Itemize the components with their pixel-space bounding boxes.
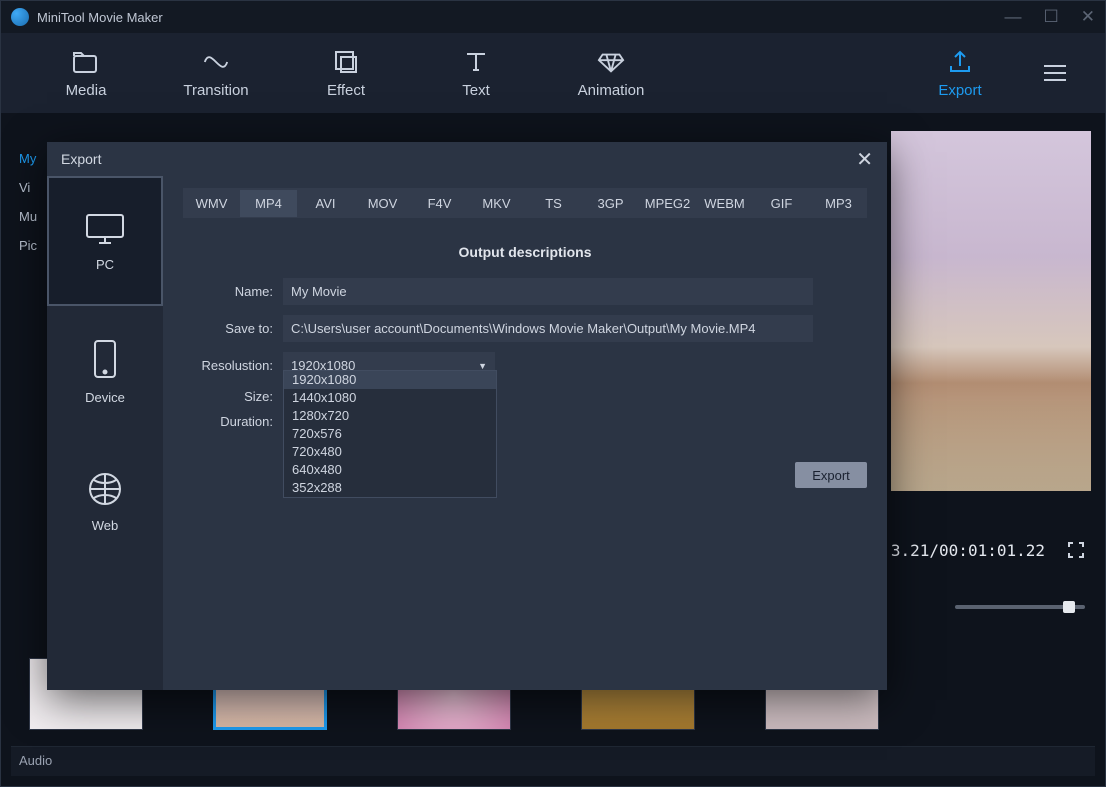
sidebar-item-label: Web [92,518,119,533]
tab-media[interactable]: Media [21,48,151,99]
tab-effect[interactable]: Effect [281,48,411,99]
export-icon [946,48,974,76]
saveto-input[interactable] [283,315,813,342]
export-dialog-titlebar: Export ✕ [47,142,887,176]
format-f4v[interactable]: F4V [411,190,468,217]
app-title: MiniTool Movie Maker [37,10,163,25]
timecode: 3.21/00:01:01.22 [891,541,1045,560]
export-dialog: Export ✕ PC Device Web WMV MP4 AVI MOV [47,142,887,690]
zoom-slider[interactable] [955,605,1085,609]
format-ts[interactable]: TS [525,190,582,217]
export-settings: WMV MP4 AVI MOV F4V MKV TS 3GP MPEG2 WEB… [163,176,887,690]
export-target-sidebar: PC Device Web [47,176,163,690]
effect-icon [332,48,360,76]
close-window-icon[interactable]: ✕ [1081,7,1095,27]
app-logo [11,8,29,26]
format-mpeg2[interactable]: MPEG2 [639,190,696,217]
sidebar-item-device[interactable]: Device [47,306,163,436]
format-mov[interactable]: MOV [354,190,411,217]
preview-frame [891,131,1091,491]
tab-text-label: Text [462,82,490,99]
format-wmv[interactable]: WMV [183,190,240,217]
resolution-label: Resolustion: [183,358,273,373]
library-tabs-partial: My Vi Mu Pic [19,151,37,253]
menu-button[interactable] [1025,63,1085,83]
resolution-option[interactable]: 720x576 [284,425,496,443]
sidebar-item-label: Device [85,390,125,405]
name-label: Name: [183,284,273,299]
sidebar-item-pc[interactable]: PC [47,176,163,306]
audio-track-label[interactable]: Audio [11,746,1095,776]
size-label: Size: [183,389,273,404]
main-toolbar: Media Transition Effect Text Animation E… [1,33,1105,113]
preview-panel [891,131,1091,491]
fullscreen-icon[interactable] [1067,541,1085,562]
tab-effect-label: Effect [327,82,365,99]
format-3gp[interactable]: 3GP [582,190,639,217]
format-avi[interactable]: AVI [297,190,354,217]
sidetab-d[interactable]: Pic [19,238,37,253]
export-dialog-title: Export [61,151,101,167]
tab-transition-label: Transition [183,82,248,99]
transition-icon [202,48,230,76]
tab-animation[interactable]: Animation [541,48,681,99]
format-tabs: WMV MP4 AVI MOV F4V MKV TS 3GP MPEG2 WEB… [183,188,867,218]
format-webm[interactable]: WEBM [696,190,753,217]
resolution-option[interactable]: 1440x1080 [284,389,496,407]
folder-icon [72,48,100,76]
resolution-dropdown: 1920x1080 1440x1080 1280x720 720x576 720… [283,370,497,498]
sidetab-a[interactable]: My [19,151,37,166]
export-button[interactable]: Export [795,462,867,488]
resolution-option[interactable]: 1920x1080 [284,371,496,389]
text-icon [462,48,490,76]
pc-icon [83,211,127,247]
sidetab-c[interactable]: Mu [19,209,37,224]
chevron-down-icon: ▼ [478,361,487,371]
device-icon [90,338,120,380]
tab-export[interactable]: Export [895,48,1025,99]
format-mkv[interactable]: MKV [468,190,525,217]
tab-animation-label: Animation [578,82,645,99]
resolution-option[interactable]: 1280x720 [284,407,496,425]
format-mp3[interactable]: MP3 [810,190,867,217]
minimize-icon[interactable]: — [1005,7,1022,27]
format-mp4[interactable]: MP4 [240,190,297,217]
titlebar: MiniTool Movie Maker — ☐ ✕ [1,1,1105,33]
format-gif[interactable]: GIF [753,190,810,217]
resolution-option[interactable]: 640x480 [284,461,496,479]
duration-label: Duration: [183,414,273,429]
saveto-label: Save to: [183,321,273,336]
globe-icon [86,470,124,508]
output-descriptions-heading: Output descriptions [183,244,867,260]
tab-export-label: Export [938,82,981,99]
name-input[interactable] [283,278,813,305]
tab-transition[interactable]: Transition [151,48,281,99]
sidetab-b[interactable]: Vi [19,180,37,195]
tab-media-label: Media [66,82,107,99]
tab-text[interactable]: Text [411,48,541,99]
maximize-icon[interactable]: ☐ [1044,7,1059,27]
close-icon[interactable]: ✕ [856,147,873,172]
resolution-option[interactable]: 352x288 [284,479,496,497]
resolution-option[interactable]: 720x480 [284,443,496,461]
sidebar-item-web[interactable]: Web [47,436,163,566]
diamond-icon [597,48,625,76]
sidebar-item-label: PC [96,257,114,272]
